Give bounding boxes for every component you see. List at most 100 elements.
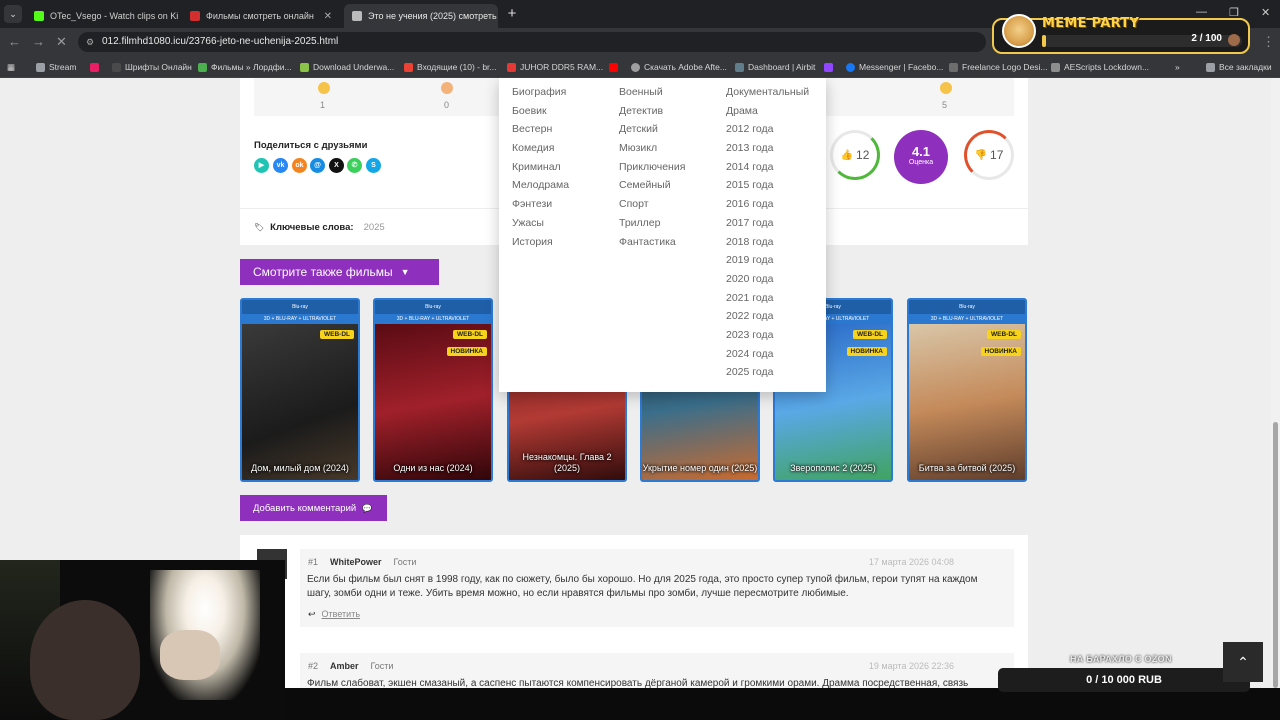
bookmark-twitch[interactable]	[824, 60, 837, 74]
more-bookmarks-icon[interactable]: »	[1175, 60, 1180, 74]
genre-menu-item[interactable]: Фантастика	[619, 236, 685, 255]
gmail-icon	[404, 62, 413, 72]
genre-menu-item[interactable]: Мюзикл	[619, 142, 685, 161]
browser-tab-2[interactable]: Фильмы смотреть онлайн ✕	[182, 4, 340, 28]
bookmark-youtube[interactable]	[609, 60, 622, 74]
bookmark-messenger[interactable]: Messenger | Facebo...	[846, 60, 943, 74]
whatsapp-icon[interactable]: ✆	[347, 158, 362, 173]
emoji-thumb-icon[interactable]	[318, 82, 330, 94]
comment-date: 19 марта 2026 22:36	[868, 661, 954, 671]
all-bookmarks[interactable]: Все закладки	[1206, 60, 1272, 74]
movie-poster-card[interactable]: Blu-ray 3D + BLU-RAY + ULTRAVIOLET WEB-DL Н…	[373, 298, 493, 482]
genre-menu-item[interactable]: 2016 года	[726, 198, 809, 217]
odnoklassniki-icon[interactable]: ok	[292, 158, 307, 173]
scroll-to-top-button[interactable]: ⌃	[1223, 642, 1263, 682]
bookmark-ram[interactable]: JUHOR DDR5 RAM...	[507, 60, 603, 74]
genre-menu-item[interactable]: 2024 года	[726, 348, 809, 367]
genre-menu-item[interactable]: Детектив	[619, 105, 685, 124]
url-bar[interactable]: ⚙ 012.filmhd1080.icu/23766-jeto-ne-uchen…	[78, 32, 986, 52]
bookmark-download[interactable]: Download Underwa...	[300, 60, 394, 74]
back-icon[interactable]: ←	[8, 34, 21, 49]
skype-icon[interactable]: S	[366, 158, 381, 173]
bookmark-freelance[interactable]: Freelance Logo Desi...	[949, 60, 1048, 74]
moimir-icon[interactable]: @	[310, 158, 325, 173]
site-info-icon[interactable]: ⚙	[86, 32, 94, 52]
genre-menu-item[interactable]: Ужасы	[512, 217, 569, 236]
see-also-label: Смотрите также фильмы	[253, 265, 393, 279]
add-comment-button[interactable]: Добавить комментарий 💬	[240, 495, 387, 521]
movie-poster-card[interactable]: Blu-ray 3D + BLU-RAY + ULTRAVIOLET WEB-DL Н…	[907, 298, 1027, 482]
comment-author[interactable]: WhitePower	[330, 557, 382, 567]
vk-icon[interactable]: vk	[273, 158, 288, 173]
keyword-link[interactable]: 2025	[364, 222, 385, 233]
x-icon[interactable]: X	[329, 158, 344, 173]
genre-menu-item[interactable]: 2020 года	[726, 273, 809, 292]
genre-menu-item[interactable]: 2018 года	[726, 236, 809, 255]
stop-loading-icon[interactable]: ✕	[56, 34, 67, 50]
vk-play-icon[interactable]: ▶	[254, 158, 269, 173]
meme-progress-fill	[1042, 35, 1046, 47]
emoji-face-icon[interactable]	[441, 82, 453, 94]
scrollbar-thumb[interactable]	[1273, 422, 1278, 688]
comment-number: #2	[308, 661, 319, 671]
genre-menu-item[interactable]: 2015 года	[726, 179, 809, 198]
browser-tab-1[interactable]: OTec_Vsego - Watch clips on Ki ✕	[26, 4, 178, 28]
bookmark-stream[interactable]: Stream	[36, 60, 76, 74]
genre-menu-item[interactable]: 2021 года	[726, 292, 809, 311]
emoji-thumb-down-icon[interactable]	[940, 82, 952, 94]
bookmark-lordfilm[interactable]: Фильмы » Лордфи...	[198, 60, 292, 74]
browser-menu-icon[interactable]: ⋮	[1262, 34, 1275, 50]
forward-icon[interactable]: →	[32, 34, 45, 49]
close-tab-icon[interactable]: ✕	[497, 11, 498, 22]
tab-title: OTec_Vsego - Watch clips on Ki	[50, 11, 178, 21]
genre-menu-item[interactable]: Триллер	[619, 217, 685, 236]
genre-menu-item[interactable]: 2022 года	[726, 310, 809, 329]
genre-menu-item[interactable]: Документальный	[726, 86, 809, 105]
browser-tab-3-active[interactable]: Это не учения (2025) смотреть ✕	[344, 4, 498, 28]
poster-title: Одни из нас (2024)	[393, 463, 473, 473]
genre-menu-item[interactable]: Семейный	[619, 179, 685, 198]
reply-link[interactable]: ↩ Ответить	[308, 609, 360, 620]
genre-menu-item[interactable]: 2012 года	[726, 123, 809, 142]
genre-menu-item[interactable]: 2017 года	[726, 217, 809, 236]
genre-menu-item[interactable]: Мелодрама	[512, 179, 569, 198]
comment-author[interactable]: Amber	[330, 661, 359, 671]
freelance-icon	[949, 62, 958, 72]
bookmark-airbit[interactable]: Dashboard | Airbit	[735, 60, 815, 74]
genre-menu-item[interactable]: Фэнтези	[512, 198, 569, 217]
genre-menu-item[interactable]: Вестерн	[512, 123, 569, 142]
genre-menu-item[interactable]: 2019 года	[726, 254, 809, 273]
bookmark-adobe[interactable]: Скачать Adobe Afte...	[631, 60, 727, 74]
dislike-button[interactable]: 👎 17	[964, 130, 1014, 180]
genre-menu-item[interactable]: 2025 года	[726, 366, 809, 385]
genre-menu-item[interactable]: Боевик	[512, 105, 569, 124]
bookmark-fonts[interactable]: Шрифты Онлайн	[112, 60, 192, 74]
genre-menu-item[interactable]: 2014 года	[726, 161, 809, 180]
genre-menu-item[interactable]: 2023 года	[726, 329, 809, 348]
new-tab-icon[interactable]: +	[503, 5, 521, 23]
genre-menu-item[interactable]: 2013 года	[726, 142, 809, 161]
apps-grid-icon[interactable]: ▦	[7, 60, 15, 74]
genre-menu-item[interactable]: Биография	[512, 86, 569, 105]
genre-menu-item[interactable]: История	[512, 236, 569, 255]
genre-menu-item[interactable]: Военный	[619, 86, 685, 105]
close-window-icon[interactable]: ✕	[1261, 6, 1270, 19]
airbit-icon	[735, 62, 744, 72]
genre-menu-item[interactable]: Криминал	[512, 161, 569, 180]
genre-menu-item[interactable]: Детский	[619, 123, 685, 142]
genre-menu-item[interactable]: Спорт	[619, 198, 685, 217]
bookmark-live[interactable]	[90, 60, 103, 74]
bookmark-aescripts[interactable]: AEScripts Lockdown...	[1051, 60, 1149, 74]
donation-goal-value: 0 / 10 000 RUB	[1086, 674, 1162, 686]
minimize-icon[interactable]: —	[1196, 6, 1207, 18]
genre-menu-item[interactable]: Комедия	[512, 142, 569, 161]
see-also-button[interactable]: Смотрите также фильмы ▼	[240, 259, 439, 285]
like-button[interactable]: 👍 12	[830, 130, 880, 180]
tab-search-button[interactable]: ⌄	[4, 5, 22, 23]
movie-poster-card[interactable]: Blu-ray 3D + BLU-RAY + ULTRAVIOLET WEB-DL Д…	[240, 298, 360, 482]
genre-menu-item[interactable]: Приключения	[619, 161, 685, 180]
page-scrollbar[interactable]	[1271, 78, 1280, 688]
genre-menu-item[interactable]: Драма	[726, 105, 809, 124]
close-tab-icon[interactable]: ✕	[318, 11, 332, 22]
bookmark-gmail[interactable]: Входящие (10) - br...	[404, 60, 497, 74]
